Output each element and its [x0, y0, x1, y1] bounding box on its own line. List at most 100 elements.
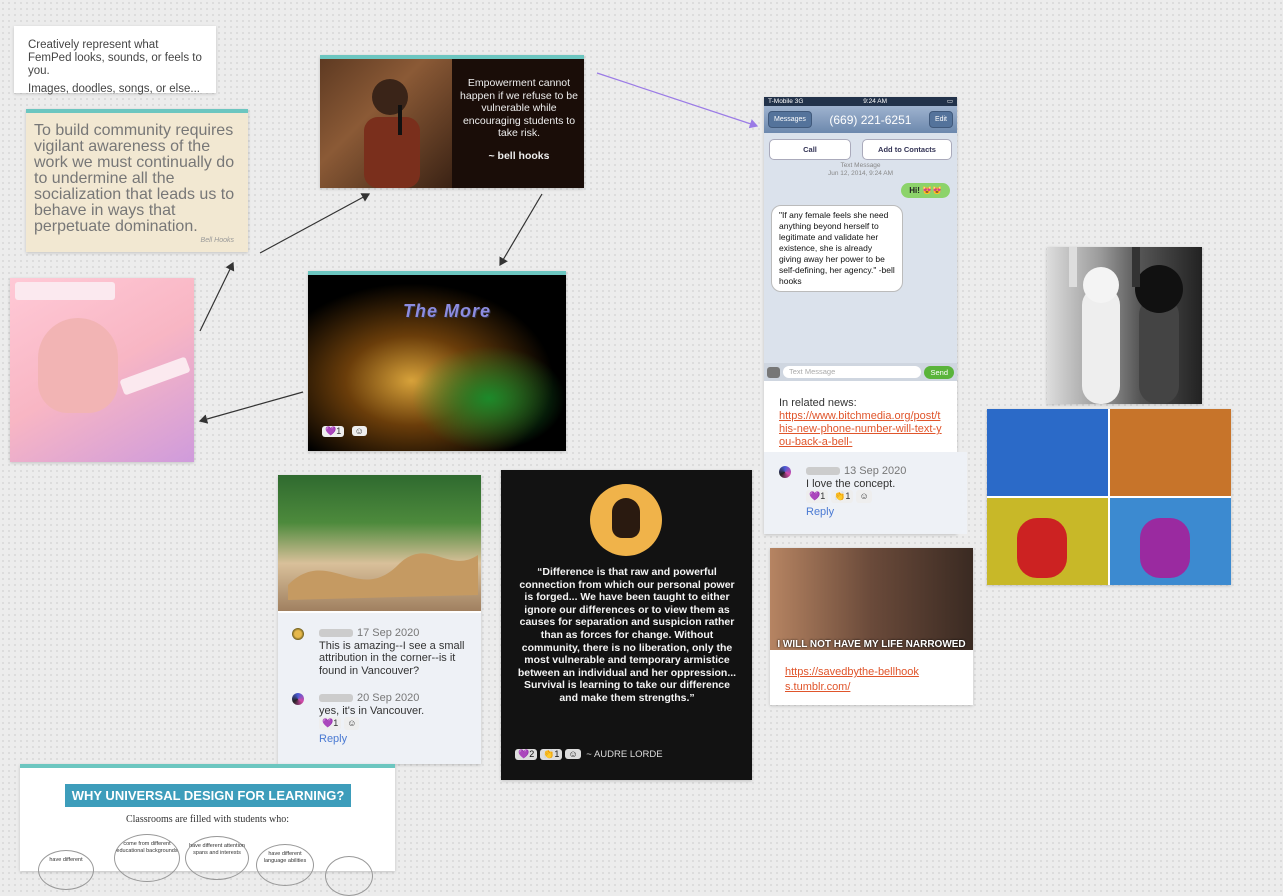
tumblr-link[interactable]: https://savedbythe-bellhooks.tumblr.com/: [785, 665, 925, 695]
reaction-heart[interactable]: 💜1: [319, 717, 342, 730]
message-timestamp: Jun 12, 2014, 9:24 AM: [827, 170, 894, 177]
prompt-card[interactable]: Creatively represent what FemPed looks, …: [14, 26, 216, 95]
empowerment-quote: Empowerment cannot happen if we refuse t…: [455, 77, 583, 162]
send-button: Send: [924, 365, 954, 379]
reaction-heart[interactable]: 💜2: [515, 749, 538, 760]
camera-icon: [767, 366, 780, 378]
quote-text: To build community requires vigilant awa…: [34, 122, 235, 235]
prompt-subtext: Images, doodles, songs, or else...: [28, 83, 200, 95]
photo-comment-thread: 17 Sep 2020 This is amazing--I see a sma…: [278, 613, 481, 764]
carrier-label: T-Mobile 3G: [768, 98, 804, 105]
infographic-bubble: have different: [38, 850, 94, 890]
quote-source: ~ bell hooks: [488, 149, 550, 162]
avatar[interactable]: [779, 466, 791, 478]
commenter-name: [319, 694, 353, 703]
comment: 13 Sep 2020 I love the concept. 💜1 👏1 ☺ Re…: [779, 465, 959, 518]
phone-nav-bar: Messages (669) 221-6251 Edit: [764, 106, 957, 133]
saved-by-the-bell-hooks-card[interactable]: I WILL NOT HAVE MY LIFE NARROWED https:/…: [770, 548, 973, 705]
compose-bar: Text Message Send: [764, 363, 957, 381]
comment-text: This is amazing--I see a small attributi…: [319, 639, 465, 677]
pop-art-portrait-grid[interactable]: [987, 409, 1231, 585]
connector-arrow: [596, 72, 759, 129]
quote-body: Empowerment cannot happen if we refuse t…: [460, 77, 578, 139]
speaker-figure: [364, 79, 420, 188]
edit-button: Edit: [928, 111, 953, 128]
connector-arrow: [259, 193, 371, 254]
quote-signature: Bell Hooks: [200, 237, 234, 244]
head-shape: [38, 318, 118, 413]
community-quote-card[interactable]: To build community requires vigilant awa…: [26, 109, 248, 252]
reply-button[interactable]: Reply: [319, 733, 472, 746]
power-strip: [119, 356, 191, 396]
head-with-power-strips-image[interactable]: [10, 278, 194, 462]
messages-back-button: Messages: [768, 111, 812, 128]
quote-author: ~ AUDRE LORDE: [586, 749, 663, 760]
avatar[interactable]: [292, 693, 304, 705]
status-time: 9:24 AM: [863, 98, 888, 105]
card-accent: [20, 764, 395, 768]
reaction-heart[interactable]: 💜1: [806, 490, 829, 503]
phone-number: (669) 221-6251: [829, 112, 912, 127]
reaction-clap[interactable]: 👏1: [831, 490, 854, 503]
add-to-contacts-button: Add to Contacts: [862, 139, 952, 160]
add-reaction-icon[interactable]: ☺: [856, 490, 872, 503]
comment-date: 13 Sep 2020: [844, 465, 907, 477]
battery-icon: ▭: [946, 98, 953, 105]
pop-art-tile: [1110, 498, 1231, 585]
reaction-heart[interactable]: 💜1: [322, 426, 345, 437]
infographic-title: WHY UNIVERSAL DESIGN FOR LEARNING?: [65, 784, 351, 807]
vancouver-bench-photo-card[interactable]: 17 Sep 2020 This is amazing--I see a sma…: [278, 475, 481, 764]
message-type: Text Message: [840, 162, 881, 169]
news-label: In related news:: [779, 397, 857, 409]
pop-art-tile: [1110, 409, 1231, 496]
comment: 20 Sep 2020 yes, it's in Vancouver. 💜1 ☺ …: [292, 692, 472, 745]
prompt-text: Creatively represent what FemPed looks, …: [28, 39, 202, 77]
add-reaction-icon[interactable]: ☺: [565, 749, 581, 759]
reaction-bar: 💜1 ☺: [322, 421, 370, 439]
infographic-bubble: [325, 856, 373, 896]
news-link[interactable]: https://www.bitchmedia.org/post/this-new…: [779, 410, 944, 449]
card-footer: 💜2 👏1 ☺ ~ AUDRE LORDE: [515, 749, 663, 760]
pop-art-tile: [987, 498, 1108, 585]
comment-text: yes, it's in Vancouver.: [319, 704, 425, 717]
audre-lorde-quote-card[interactable]: “Difference is that raw and powerful con…: [501, 470, 752, 780]
phone-comment-thread: 13 Sep 2020 I love the concept. 💜1 👏1 ☺ Re…: [764, 452, 967, 534]
power-strip: [15, 282, 115, 300]
reply-button[interactable]: Reply: [806, 506, 959, 519]
infographic-bubble: have different language abilities: [256, 844, 314, 886]
thread-actions: Call Add to Contacts: [764, 133, 957, 162]
raised-fists-photo[interactable]: [1047, 247, 1202, 404]
add-reaction-icon[interactable]: ☺: [344, 717, 360, 730]
pop-art-tile: [987, 409, 1108, 496]
udl-infographic-card[interactable]: WHY UNIVERSAL DESIGN FOR LEARNING? Class…: [20, 764, 395, 896]
audre-lorde-portrait: [590, 484, 662, 556]
avatar[interactable]: [292, 628, 304, 640]
connector-arrow: [198, 391, 304, 424]
connector-arrow: [499, 193, 543, 267]
infographic-bubble: come from different educational backgrou…: [114, 834, 180, 882]
commenter-name: [806, 467, 840, 476]
card-accent: [26, 109, 248, 113]
the-more-image-card[interactable]: The More 💜1 ☺: [308, 271, 566, 451]
related-news: In related news: https://www.bitchmedia.…: [779, 397, 944, 449]
infographic-subtitle: Classrooms are filled with students who:: [125, 814, 290, 825]
comment: 17 Sep 2020 This is amazing--I see a sma…: [292, 627, 472, 677]
message-thread: Call Add to Contacts Text Message Jun 12…: [764, 133, 957, 363]
comment-date: 20 Sep 2020: [357, 692, 420, 704]
speaker-photo: [320, 59, 452, 188]
call-button: Call: [769, 139, 851, 160]
add-reaction-icon[interactable]: ☺: [351, 426, 367, 436]
comment-date: 17 Sep 2020: [357, 627, 420, 639]
meme-caption: I WILL NOT HAVE MY LIFE NARROWED: [777, 639, 966, 650]
commenter-name: [319, 629, 353, 638]
sent-bubble: Hi! 😻😻: [901, 183, 950, 198]
wave-bench-shape: [288, 553, 478, 600]
reaction-clap[interactable]: 👏1: [540, 749, 563, 760]
two-women-figures: [1069, 247, 1183, 404]
image-title: The More: [403, 301, 492, 321]
text-message-field: Text Message: [783, 366, 922, 378]
received-bubble: "If any female feels she need anything b…: [771, 205, 903, 292]
infographic-bubble: have different attention spans and inter…: [185, 836, 249, 880]
bell-hooks-quote-image[interactable]: Empowerment cannot happen if we refuse t…: [320, 55, 584, 188]
comment-text: I love the concept.: [806, 477, 896, 490]
